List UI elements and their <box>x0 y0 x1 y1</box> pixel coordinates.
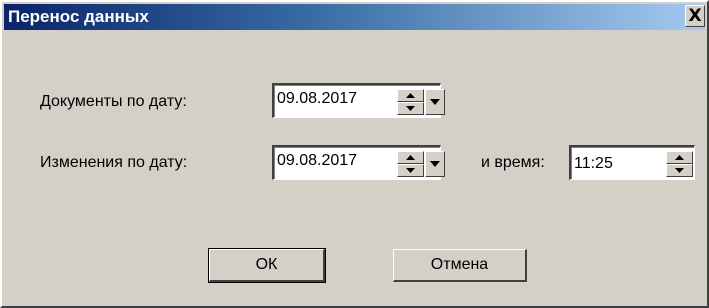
spin-up-button[interactable] <box>666 151 693 164</box>
documents-date-dropdown-button[interactable] <box>425 89 445 115</box>
time-picker[interactable]: 11:25 <box>569 145 695 180</box>
time-label: и время: <box>481 154 545 171</box>
spin-down-icon <box>406 168 415 173</box>
title-bar[interactable]: Перенос данных X <box>4 4 705 30</box>
spin-down-icon <box>406 106 415 111</box>
spin-up-icon <box>675 155 684 160</box>
documents-date-spinner[interactable] <box>397 89 424 115</box>
documents-date-picker[interactable]: 09.08.2017 <box>272 83 445 118</box>
documents-date-label: Документы по дату: <box>40 93 187 110</box>
spin-up-button[interactable] <box>397 151 424 164</box>
changes-date-spinner[interactable] <box>397 151 424 177</box>
spin-down-button[interactable] <box>397 164 424 177</box>
documents-date-value[interactable]: 09.08.2017 <box>277 90 357 108</box>
dialog-window: Перенос данных X Документы по дату: 09.0… <box>0 0 709 308</box>
changes-date-label: Изменения по дату: <box>40 154 188 171</box>
chevron-down-icon <box>430 161 440 167</box>
spin-up-icon <box>406 93 415 98</box>
chevron-down-icon <box>430 99 440 105</box>
spin-down-icon <box>675 168 684 173</box>
changes-date-dropdown-button[interactable] <box>425 151 445 177</box>
window-title: Перенос данных <box>8 7 149 26</box>
close-button[interactable]: X <box>685 5 705 27</box>
changes-date-value[interactable]: 09.08.2017 <box>277 152 357 170</box>
spin-up-icon <box>406 155 415 160</box>
spin-down-button[interactable] <box>397 102 424 115</box>
time-value[interactable]: 11:25 <box>574 155 613 173</box>
ok-button[interactable]: ОК <box>208 248 326 283</box>
spin-down-button[interactable] <box>666 164 693 177</box>
changes-date-picker[interactable]: 09.08.2017 <box>272 145 445 180</box>
spin-up-button[interactable] <box>397 89 424 102</box>
time-spinner[interactable] <box>666 151 693 177</box>
cancel-button[interactable]: Отмена <box>393 249 527 282</box>
